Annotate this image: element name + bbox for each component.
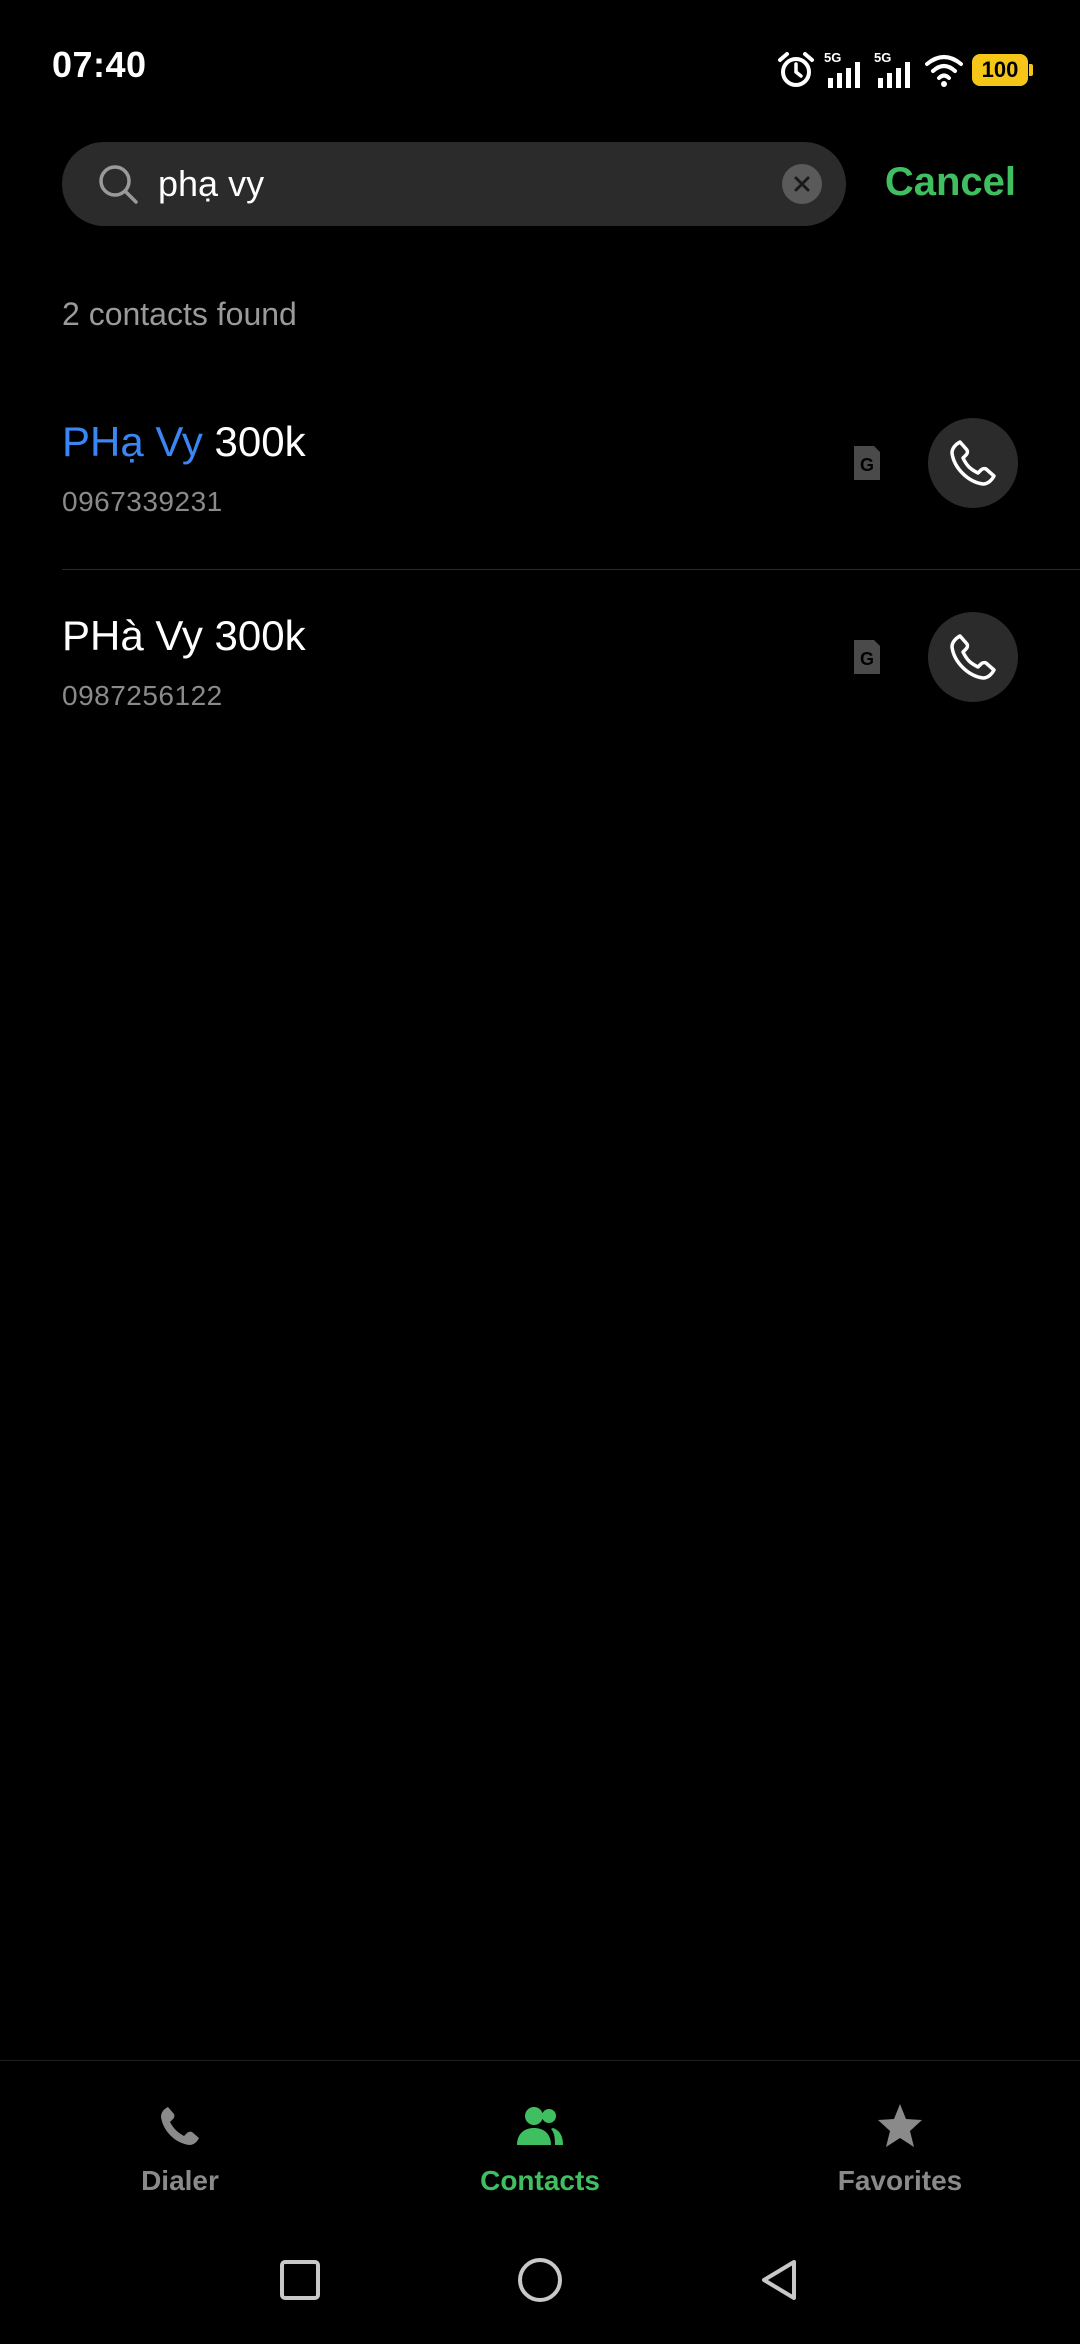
cancel-button[interactable]: Cancel bbox=[885, 160, 1016, 205]
contact-name-rest: PHà Vy 300k bbox=[62, 612, 306, 659]
results-count: 2 contacts found bbox=[62, 296, 297, 332]
clear-search-button[interactable] bbox=[782, 164, 822, 204]
contact-row[interactable]: PHà Vy 300k 0987256122 G bbox=[0, 570, 1080, 764]
battery-icon: 100 bbox=[972, 54, 1033, 86]
contacts-icon bbox=[517, 2107, 563, 2145]
contact-name-rest: 300k bbox=[202, 418, 306, 465]
tab-label: Dialer bbox=[141, 2165, 219, 2196]
search-input[interactable] bbox=[158, 156, 718, 212]
tab-contacts[interactable]: Contacts bbox=[360, 2061, 720, 2211]
contact-phone: 0967339231 bbox=[62, 486, 223, 517]
tab-favorites[interactable]: Favorites bbox=[720, 2061, 1080, 2211]
close-icon bbox=[794, 176, 810, 192]
alarm-icon bbox=[778, 52, 814, 87]
home-icon[interactable] bbox=[510, 2250, 570, 2310]
signal-5g-icon: 5G bbox=[874, 50, 910, 88]
signal-5g-icon: 5G bbox=[824, 50, 860, 88]
contact-name: PHà Vy 300k bbox=[62, 612, 306, 660]
contact-name: PHạ Vy 300k bbox=[62, 418, 306, 466]
call-button[interactable] bbox=[928, 612, 1018, 702]
system-nav-bar bbox=[0, 2230, 1080, 2344]
sim-label: G bbox=[860, 649, 874, 669]
phone-icon bbox=[161, 2107, 199, 2145]
contact-name-match: PHạ Vy bbox=[62, 418, 203, 465]
back-icon[interactable] bbox=[750, 2250, 810, 2310]
call-button[interactable] bbox=[928, 418, 1018, 508]
wifi-icon bbox=[925, 55, 963, 87]
sim-card-icon: G bbox=[854, 446, 880, 480]
status-bar: 07:40 5G 5G 100 bbox=[0, 0, 1080, 130]
star-icon bbox=[878, 2104, 922, 2147]
tab-dialer[interactable]: Dialer bbox=[0, 2061, 360, 2211]
battery-level: 100 bbox=[981, 57, 1019, 82]
bottom-tab-bar: Dialer Contacts Favorites bbox=[0, 2060, 1080, 2211]
sim-label: G bbox=[860, 455, 874, 475]
contact-row[interactable]: PHạ Vy 300k 0967339231 G bbox=[0, 376, 1080, 570]
recents-icon[interactable] bbox=[270, 2250, 330, 2310]
search-icon bbox=[99, 165, 138, 204]
phone-icon bbox=[950, 634, 996, 680]
network-label: 5G bbox=[874, 50, 891, 65]
contact-phone: 0987256122 bbox=[62, 680, 223, 711]
tab-label: Contacts bbox=[480, 2165, 600, 2196]
phone-icon bbox=[950, 440, 996, 486]
network-label: 5G bbox=[824, 50, 841, 65]
status-icons: 5G 5G 100 bbox=[776, 48, 1033, 92]
tab-label: Favorites bbox=[837, 2165, 963, 2196]
search-box[interactable] bbox=[62, 142, 846, 226]
status-time: 07:40 bbox=[52, 44, 147, 85]
sim-card-icon: G bbox=[854, 640, 880, 674]
